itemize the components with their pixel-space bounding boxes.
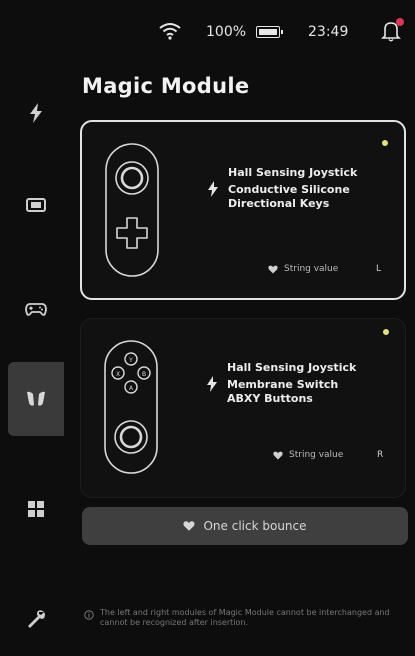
footnote: The left and right modules of Magic Modu… bbox=[84, 608, 406, 627]
sidebar-item-performance[interactable] bbox=[8, 76, 64, 150]
clock: 23:49 bbox=[308, 24, 349, 40]
module-feature-2: Membrane Switch bbox=[227, 378, 339, 391]
gamepad-icon bbox=[25, 303, 47, 316]
string-value: L bbox=[376, 264, 382, 274]
wifi-icon bbox=[159, 23, 181, 40]
module-status-dot bbox=[382, 140, 388, 146]
svg-text:B: B bbox=[142, 371, 146, 378]
heart-icon bbox=[268, 265, 278, 274]
one-click-bounce-label: One click bounce bbox=[203, 519, 307, 533]
battery-icon bbox=[256, 26, 283, 38]
svg-text:Y: Y bbox=[128, 357, 133, 364]
module-status-dot bbox=[383, 329, 389, 335]
battery-percentage: 100% bbox=[206, 24, 247, 40]
status-bar: 100% 23:49 bbox=[0, 0, 415, 62]
magic-module-icon bbox=[27, 391, 45, 406]
module-feature-1: Hall Sensing Joystick bbox=[227, 361, 357, 374]
svg-text:A: A bbox=[129, 385, 134, 392]
module-feature-3: ABXY Buttons bbox=[227, 392, 313, 405]
footnote-text: The left and right modules of Magic Modu… bbox=[100, 608, 390, 627]
module-feature-2: Conductive Silicone bbox=[228, 183, 350, 196]
page-title: Magic Module bbox=[82, 74, 250, 98]
svg-text:X: X bbox=[116, 371, 120, 378]
wrench-icon bbox=[28, 610, 45, 628]
right-module-illustration: Y X B A bbox=[104, 340, 158, 474]
sidebar bbox=[0, 62, 64, 655]
module-feature-3: Directional Keys bbox=[228, 197, 330, 210]
sidebar-item-display[interactable] bbox=[8, 168, 64, 242]
sidebar-item-controller[interactable] bbox=[8, 272, 64, 346]
module-card-left[interactable]: Hall Sensing Joystick Conductive Silicon… bbox=[80, 120, 406, 300]
connection-bolt-icon bbox=[207, 376, 217, 392]
sidebar-item-magic-module[interactable] bbox=[8, 362, 64, 436]
module-card-right[interactable]: Y X B A Hall Sensing Joystick Membrane S… bbox=[80, 318, 406, 498]
heart-icon bbox=[273, 451, 283, 460]
sidebar-item-settings[interactable] bbox=[8, 582, 64, 656]
string-value-label: String value bbox=[289, 450, 344, 460]
one-click-bounce-button[interactable]: One click bounce bbox=[82, 507, 408, 545]
left-module-illustration bbox=[105, 143, 159, 277]
grid-icon bbox=[28, 501, 44, 517]
sidebar-item-apps[interactable] bbox=[8, 472, 64, 546]
string-value-label: String value bbox=[284, 264, 339, 274]
module-feature-1: Hall Sensing Joystick bbox=[228, 166, 358, 179]
info-icon bbox=[84, 610, 94, 620]
connection-bolt-icon bbox=[208, 181, 218, 197]
string-value: R bbox=[377, 450, 384, 460]
handheld-screen-icon bbox=[26, 198, 46, 212]
notification-dot bbox=[396, 18, 404, 26]
lightning-icon bbox=[30, 103, 42, 123]
heart-icon bbox=[183, 521, 196, 531]
